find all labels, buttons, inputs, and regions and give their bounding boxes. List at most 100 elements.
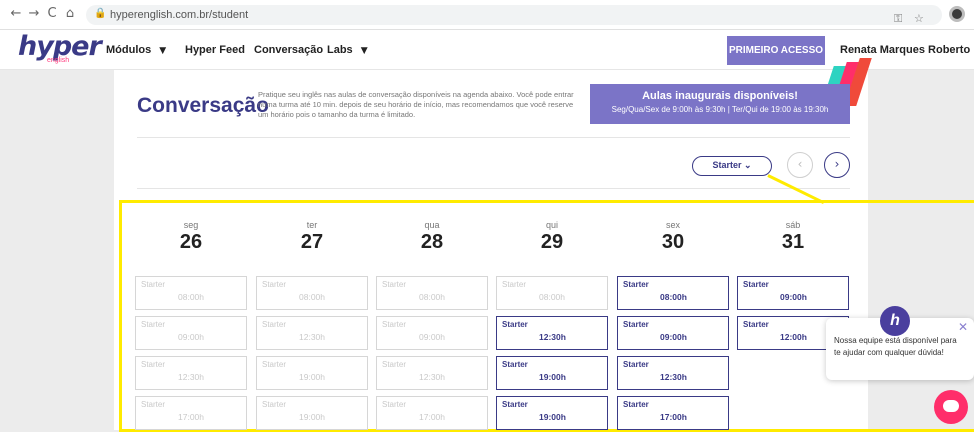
forward-icon[interactable]: → xyxy=(26,6,42,22)
class-slot[interactable]: Starter 08:00h xyxy=(376,276,488,310)
slot-time: 12:30h xyxy=(299,332,325,342)
class-slot[interactable]: Starter 17:00h xyxy=(617,396,729,430)
slot-time: 12:30h xyxy=(660,372,687,382)
slot-time: 19:00h xyxy=(539,412,566,422)
day-header: qui 29 xyxy=(496,220,608,254)
nav-hyper-feed[interactable]: Hyper Feed xyxy=(185,44,245,56)
class-slot[interactable]: Starter 19:00h xyxy=(496,356,608,390)
level-label: Starter xyxy=(712,160,742,170)
chevron-down-icon: ⌄ xyxy=(743,160,752,170)
prev-week-button[interactable]: ‹ xyxy=(787,152,813,178)
lock-icon: 🔒 xyxy=(94,8,107,19)
class-slot[interactable]: Starter 17:00h xyxy=(376,396,488,430)
slot-time: 08:00h xyxy=(178,292,204,302)
user-name: Renata Marques Roberto xyxy=(840,44,971,56)
slot-level: Starter xyxy=(141,400,166,409)
nav-labs[interactable]: Labs ▼ xyxy=(327,44,368,56)
day-name: qua xyxy=(424,220,440,230)
chevron-left-icon: ‹ xyxy=(797,157,803,171)
slot-level: Starter xyxy=(502,360,528,369)
next-week-button[interactable]: › xyxy=(824,152,850,178)
announcement-schedule: Seg/Qua/Sex de 9:00h às 9:30h | Ter/Qui … xyxy=(611,105,829,114)
slot-time: 08:00h xyxy=(539,292,565,302)
slot-time: 08:00h xyxy=(299,292,325,302)
slot-time: 12:00h xyxy=(780,332,807,342)
slot-level: Starter xyxy=(141,280,166,289)
day-number: 28 xyxy=(420,231,444,253)
chevron-down-icon: ▼ xyxy=(360,46,368,56)
slot-level: Starter xyxy=(382,400,407,409)
divider xyxy=(137,137,850,138)
class-slot[interactable]: Starter 08:00h xyxy=(496,276,608,310)
level-dropdown[interactable]: Starter ⌄ xyxy=(692,156,772,176)
slot-level: Starter xyxy=(141,360,166,369)
class-slot[interactable]: Starter 08:00h xyxy=(135,276,247,310)
reload-icon[interactable]: C xyxy=(44,6,60,22)
hyper-english-logo[interactable]: hyper english xyxy=(18,33,102,65)
browser-profile-avatar[interactable] xyxy=(949,6,965,22)
class-slot[interactable]: Starter 12:30h xyxy=(496,316,608,350)
slot-time: 09:00h xyxy=(660,332,687,342)
day-name: seg xyxy=(183,220,199,230)
chat-bubble-icon xyxy=(943,400,959,412)
slot-level: Starter xyxy=(502,320,528,329)
class-slot[interactable]: Starter 08:00h xyxy=(256,276,368,310)
slot-level: Starter xyxy=(262,280,287,289)
day-header: seg 26 xyxy=(135,220,247,254)
class-slot[interactable]: Starter 19:00h xyxy=(256,396,368,430)
star-icon[interactable]: ☆ xyxy=(914,12,924,25)
chevron-right-icon: › xyxy=(834,157,840,171)
slot-time: 08:00h xyxy=(419,292,445,302)
class-slot[interactable]: Starter 19:00h xyxy=(496,396,608,430)
class-slot[interactable]: Starter 09:00h xyxy=(737,276,849,310)
nav-label: Labs xyxy=(327,44,353,56)
chat-launcher-button[interactable] xyxy=(934,390,968,424)
url-text[interactable]: hyperenglish.com.br/student xyxy=(110,9,248,21)
address-bar[interactable]: 🔒 hyperenglish.com.br/student ⚿ ☆ xyxy=(86,5,942,25)
logo-subtext: english xyxy=(47,57,70,64)
slot-time: 17:00h xyxy=(660,412,687,422)
slot-level: Starter xyxy=(743,280,769,289)
class-slot[interactable]: Starter 09:00h xyxy=(135,316,247,350)
slot-level: Starter xyxy=(262,360,287,369)
class-slot[interactable]: Starter 12:30h xyxy=(376,356,488,390)
day-header: ter 27 xyxy=(256,220,368,254)
slot-time: 17:00h xyxy=(419,412,445,422)
class-slot[interactable]: Starter 19:00h xyxy=(256,356,368,390)
class-slot[interactable]: Starter 12:30h xyxy=(256,316,368,350)
day-number: 29 xyxy=(540,231,564,253)
nav-conversacao[interactable]: Conversação xyxy=(254,44,323,56)
slot-time: 19:00h xyxy=(299,412,325,422)
slot-time: 12:30h xyxy=(178,372,204,382)
home-icon[interactable]: ⌂ xyxy=(62,6,78,22)
slot-level: Starter xyxy=(382,280,407,289)
class-slot[interactable]: Starter 12:30h xyxy=(135,356,247,390)
day-name: qui xyxy=(545,220,558,230)
class-slot[interactable]: Starter 09:00h xyxy=(376,316,488,350)
class-slot[interactable]: Starter 09:00h xyxy=(617,316,729,350)
chevron-down-icon: ▼ xyxy=(159,46,167,56)
class-slot[interactable]: Starter 12:30h xyxy=(617,356,729,390)
slot-time: 09:00h xyxy=(780,292,807,302)
class-slot[interactable]: Starter 17:00h xyxy=(135,396,247,430)
nav-label: Módulos xyxy=(106,44,152,56)
slot-time: 08:00h xyxy=(660,292,687,302)
day-number: 26 xyxy=(179,231,203,253)
divider xyxy=(137,188,850,189)
browser-toolbar: ← → C ⌂ 🔒 hyperenglish.com.br/student ⚿ … xyxy=(0,0,974,30)
primeiro-acesso-button[interactable]: PRIMEIRO ACESSO xyxy=(727,36,825,65)
class-slot[interactable]: Starter 08:00h xyxy=(617,276,729,310)
chat-avatar[interactable]: h xyxy=(880,306,910,336)
back-icon[interactable]: ← xyxy=(8,6,24,22)
user-menu[interactable]: Renata Marques Roberto▼ xyxy=(840,44,974,56)
nav-modulos[interactable]: Módulos ▼ xyxy=(106,44,166,56)
close-icon[interactable]: ✕ xyxy=(958,320,968,334)
slot-time: 12:30h xyxy=(419,372,445,382)
slot-level: Starter xyxy=(623,400,649,409)
slot-time: 12:30h xyxy=(539,332,566,342)
slot-level: Starter xyxy=(502,280,527,289)
day-number: 30 xyxy=(661,231,685,253)
announcement-banner: Aulas inaugurais disponíveis! Seg/Qua/Se… xyxy=(590,84,850,124)
key-icon[interactable]: ⚿ xyxy=(894,12,902,26)
slot-level: Starter xyxy=(502,400,528,409)
